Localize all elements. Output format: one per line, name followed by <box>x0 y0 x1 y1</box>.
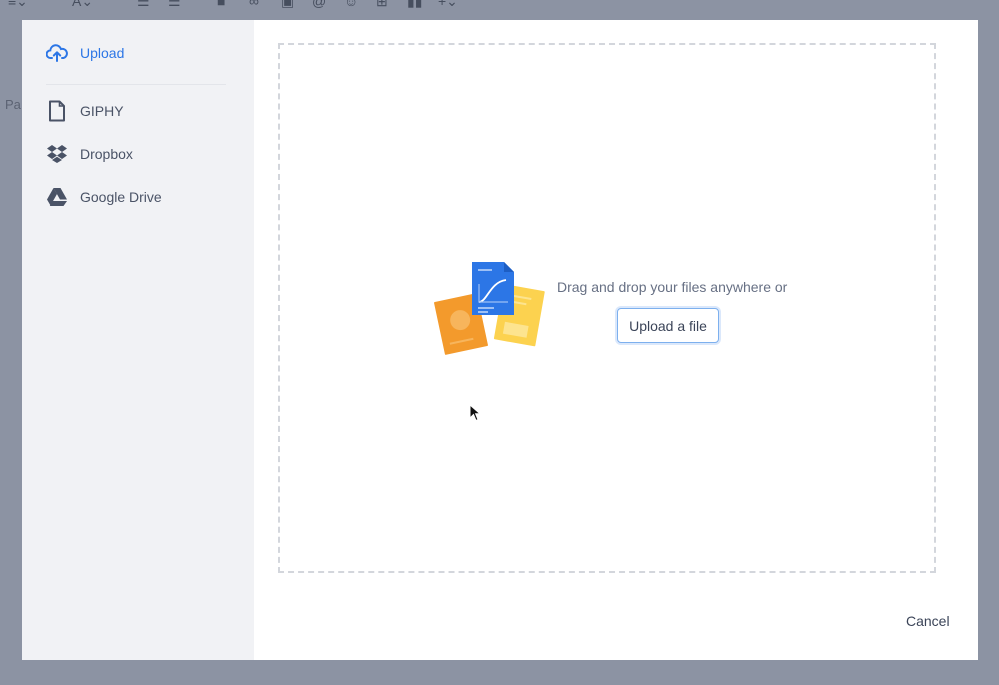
sidebar-item-google-drive[interactable]: Google Drive <box>46 183 162 211</box>
sidebar-item-label: Dropbox <box>80 146 133 162</box>
dropbox-icon <box>46 143 68 165</box>
drop-instruction: Drag and drop your files anywhere or <box>557 279 788 295</box>
media-picker-dialog: Upload GIPHY Dropbox Google Drive Drag a… <box>22 20 978 660</box>
mention-icon: @ <box>312 0 327 9</box>
file-icon <box>46 100 68 122</box>
numbered-list-icon: ☰ <box>168 0 181 9</box>
layout-icon: ▮▮ <box>407 0 423 9</box>
upload-file-button[interactable]: Upload a file <box>617 308 719 343</box>
mouse-cursor-icon <box>469 404 481 422</box>
background-editor-toolbar: ≡⌄ A⌄ ☰ ☰ ■ ∞ ▣ @ ☺ ⊞ ▮▮ +⌄ <box>0 0 999 18</box>
sidebar-item-dropbox[interactable]: Dropbox <box>46 140 133 168</box>
cancel-button[interactable]: Cancel <box>906 613 950 629</box>
files-illustration <box>434 262 545 355</box>
sidebar-item-label: Google Drive <box>80 189 162 205</box>
image-icon: ▣ <box>281 0 295 9</box>
file-drop-zone[interactable] <box>278 43 936 573</box>
table-icon: ⊞ <box>376 0 388 9</box>
sidebar-item-label: Upload <box>80 45 125 61</box>
text-color-icon: A⌄ <box>72 0 94 9</box>
checkbox-icon: ■ <box>217 0 226 9</box>
background-page-text: Pa <box>5 97 21 112</box>
insert-more-icon: +⌄ <box>438 0 458 9</box>
emoji-icon: ☺ <box>344 0 359 9</box>
google-drive-icon <box>46 186 68 208</box>
link-icon: ∞ <box>249 0 259 9</box>
bullet-list-icon: ☰ <box>137 0 150 9</box>
align-icon: ≡⌄ <box>8 0 28 9</box>
sidebar-divider <box>46 84 226 85</box>
sidebar-item-giphy[interactable]: GIPHY <box>46 97 124 125</box>
source-sidebar: Upload GIPHY Dropbox Google Drive <box>22 20 254 660</box>
sidebar-item-upload[interactable]: Upload <box>46 39 124 67</box>
cloud-upload-icon <box>46 42 68 64</box>
sidebar-item-label: GIPHY <box>80 103 124 119</box>
